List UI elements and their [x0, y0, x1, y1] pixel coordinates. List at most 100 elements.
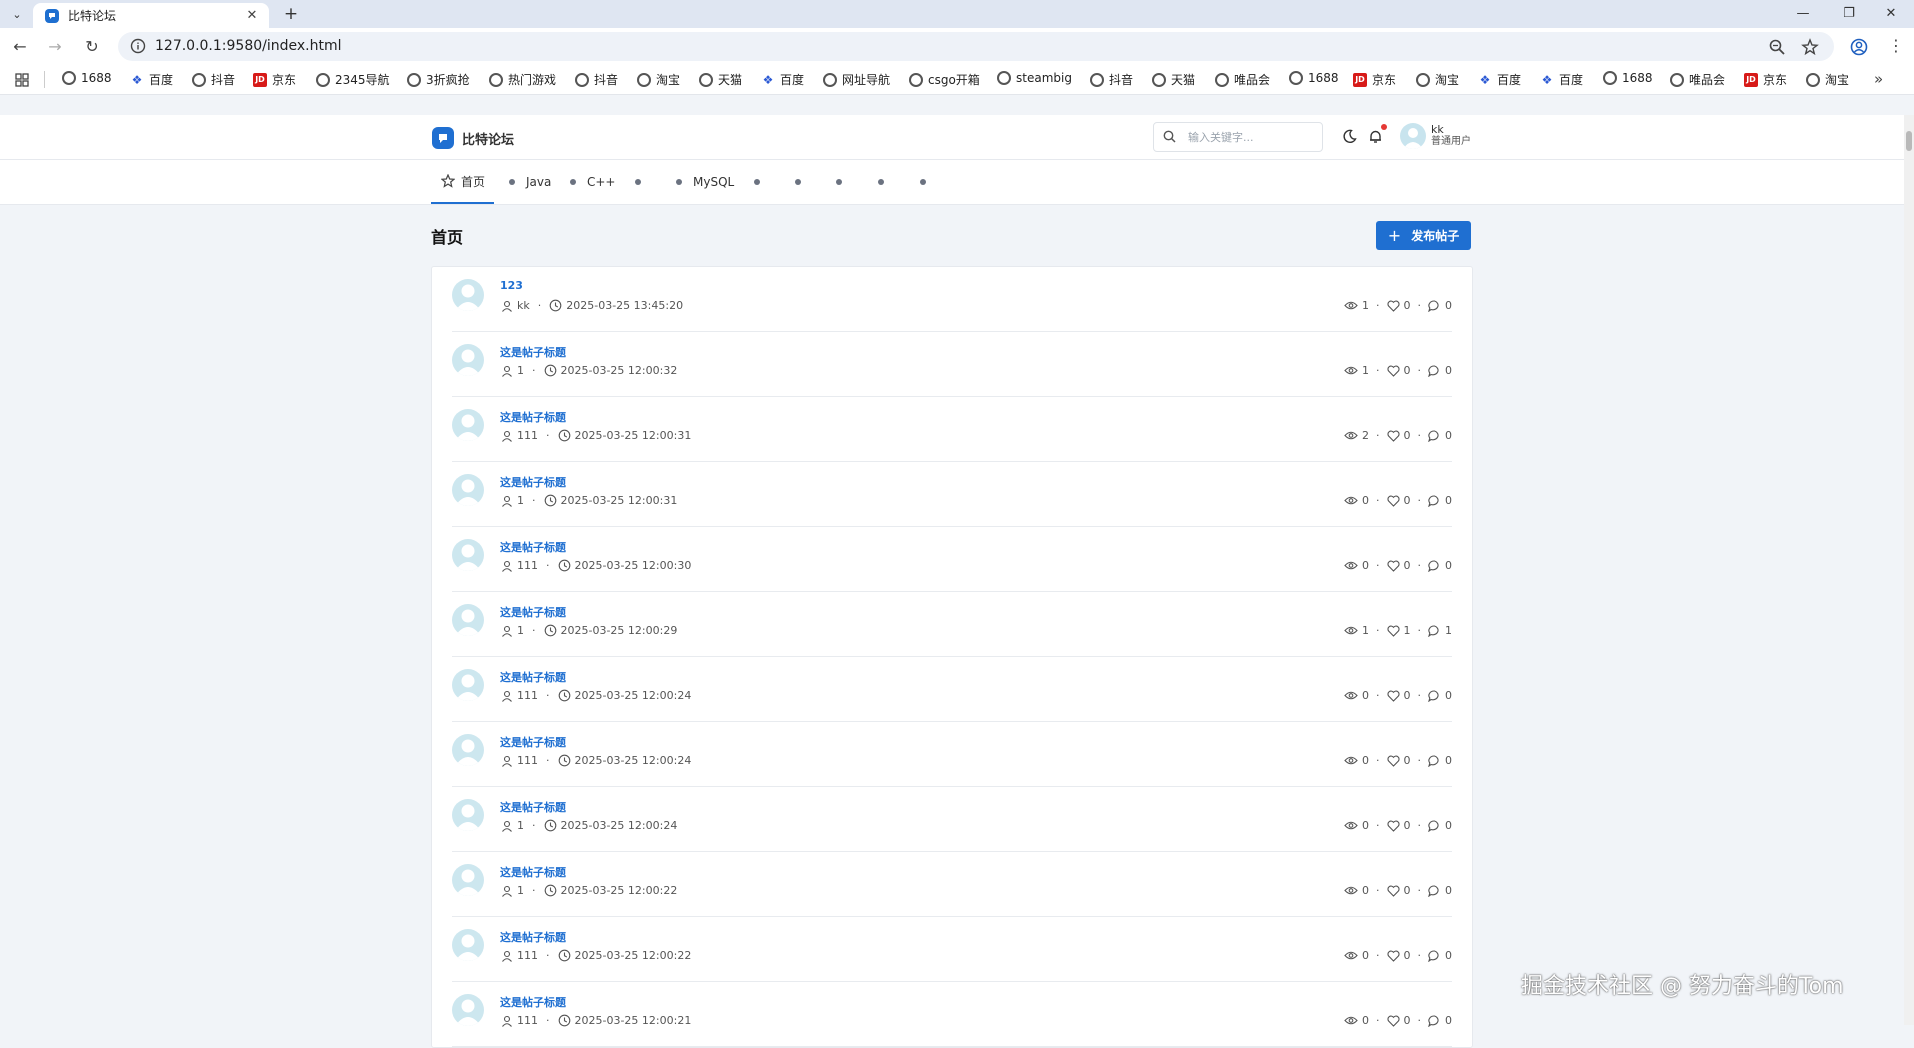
minimize-window-button[interactable]: —	[1780, 2, 1826, 26]
bookmark-item[interactable]: ❖ 百度	[130, 71, 173, 88]
bookmark-item[interactable]: 抖音	[192, 71, 235, 88]
author-avatar[interactable]	[452, 929, 484, 961]
post-row[interactable]: 这是帖子标题 1 · 2025-03-25 12:00:29 1 · 1 · 1	[452, 592, 1452, 657]
post-title-link[interactable]: 这是帖子标题	[500, 409, 566, 425]
author-avatar[interactable]	[452, 409, 484, 441]
post-row[interactable]: 这是帖子标题 111 · 2025-03-25 12:00:24 0 · 0 · 0	[452, 657, 1452, 722]
restore-window-button[interactable]: ❐	[1826, 2, 1872, 26]
post-row[interactable]: 这是帖子标题 111 · 2025-03-25 12:00:22 0 · 0 · 0	[452, 917, 1452, 982]
author-avatar[interactable]	[452, 734, 484, 766]
bookmark-item[interactable]: 1688	[1603, 71, 1653, 85]
bookmark-item[interactable]: 天猫	[1152, 71, 1195, 88]
post-author[interactable]: 111	[517, 949, 538, 962]
bookmark-item[interactable]: 抖音	[1090, 71, 1133, 88]
post-title-link[interactable]: 这是帖子标题	[500, 539, 566, 555]
bookmark-item[interactable]: 抖音	[575, 71, 618, 88]
bookmark-item[interactable]: JD 京东	[1744, 71, 1787, 88]
author-avatar[interactable]	[452, 344, 484, 376]
post-author[interactable]: 111	[517, 689, 538, 702]
bookmark-item[interactable]: 1688	[1289, 71, 1339, 85]
nav-item-unlabeled[interactable]	[920, 160, 937, 204]
nav-item-unlabeled[interactable]	[754, 160, 771, 204]
user-menu[interactable]: kk 普通用户	[1400, 123, 1471, 149]
browser-menu-icon[interactable]: ⋮	[1888, 36, 1904, 56]
post-title-link[interactable]: 这是帖子标题	[500, 864, 566, 880]
post-title-link[interactable]: 这是帖子标题	[500, 604, 566, 620]
dark-mode-moon-icon[interactable]	[1342, 129, 1357, 144]
site-info-icon[interactable]	[130, 38, 146, 54]
bookmark-item[interactable]: 热门游戏	[489, 71, 556, 88]
page-scrollbar[interactable]	[1904, 115, 1914, 1025]
nav-item-unlabeled[interactable]	[836, 160, 853, 204]
post-author[interactable]: 1	[517, 364, 524, 377]
bookmark-item[interactable]: 天猫	[699, 71, 742, 88]
post-row[interactable]: 这是帖子标题 111 · 2025-03-25 12:00:30 0 · 0 · 0	[452, 527, 1452, 592]
post-author[interactable]: 111	[517, 754, 538, 767]
post-title-link[interactable]: 这是帖子标题	[500, 474, 566, 490]
post-title-link[interactable]: 这是帖子标题	[500, 799, 566, 815]
post-author[interactable]: 1	[517, 819, 524, 832]
back-button[interactable]: ←	[8, 36, 32, 58]
post-author[interactable]: 111	[517, 559, 538, 572]
post-row[interactable]: 这是帖子标题 1 · 2025-03-25 12:00:24 0 · 0 · 0	[452, 787, 1452, 852]
post-title-link[interactable]: 这是帖子标题	[500, 994, 566, 1010]
post-title-link[interactable]: 这是帖子标题	[500, 734, 566, 750]
forward-button[interactable]: →	[43, 36, 67, 58]
tab-search-button[interactable]: ⌄	[6, 4, 28, 24]
bookmark-item[interactable]: 淘宝	[1806, 71, 1849, 88]
bookmark-item[interactable]: JD 京东	[1353, 71, 1396, 88]
author-avatar[interactable]	[452, 799, 484, 831]
author-avatar[interactable]	[452, 474, 484, 506]
post-title-link[interactable]: 123	[500, 279, 523, 292]
bookmark-item[interactable]: csgo开箱	[909, 71, 980, 88]
browser-tab[interactable]: 比特论坛 ✕	[33, 3, 269, 28]
nav-item-mysql[interactable]: MySQL	[676, 160, 734, 204]
bookmark-item[interactable]: 淘宝	[637, 71, 680, 88]
zoom-icon[interactable]	[1768, 38, 1786, 56]
post-author[interactable]: 111	[517, 429, 538, 442]
bookmark-item[interactable]: steambig	[997, 71, 1072, 85]
nav-item-unlabeled[interactable]	[795, 160, 812, 204]
author-avatar[interactable]	[452, 539, 484, 571]
reload-button[interactable]: ↻	[80, 36, 104, 58]
nav-item-unlabeled[interactable]	[635, 160, 652, 204]
post-author[interactable]: 1	[517, 624, 524, 637]
post-title-link[interactable]: 这是帖子标题	[500, 344, 566, 360]
author-avatar[interactable]	[452, 279, 484, 311]
bookmark-item[interactable]: 3折疯抢	[407, 71, 470, 88]
site-brand[interactable]: 比特论坛	[432, 127, 514, 149]
apps-grid-icon[interactable]	[15, 73, 29, 87]
post-row[interactable]: 这是帖子标题 111 · 2025-03-25 12:00:21 0 · 0 · 0	[452, 982, 1452, 1047]
nav-item-cpp[interactable]: C++	[570, 160, 616, 204]
post-row[interactable]: 这是帖子标题 1 · 2025-03-25 12:00:31 0 · 0 · 0	[452, 462, 1452, 527]
close-window-button[interactable]: ✕	[1868, 2, 1914, 26]
bookmark-item[interactable]: 淘宝	[1416, 71, 1459, 88]
bookmark-item[interactable]: 网址导航	[823, 71, 890, 88]
more-bookmarks-chevron-icon[interactable]: »	[1874, 70, 1883, 88]
new-tab-button[interactable]: +	[280, 4, 302, 24]
bookmark-item[interactable]: 2345导航	[316, 71, 390, 88]
post-author[interactable]: 111	[517, 1014, 538, 1027]
author-avatar[interactable]	[452, 669, 484, 701]
post-row[interactable]: 这是帖子标题 1 · 2025-03-25 12:00:32 1 · 0 · 0	[452, 332, 1452, 397]
author-avatar[interactable]	[452, 994, 484, 1026]
search-input[interactable]	[1186, 126, 1320, 148]
nav-item-home[interactable]: 首页	[431, 160, 494, 204]
post-row[interactable]: 123 kk · 2025-03-25 13:45:20 1 · 0 · 0	[452, 267, 1452, 332]
post-title-link[interactable]: 这是帖子标题	[500, 929, 566, 945]
post-title-link[interactable]: 这是帖子标题	[500, 669, 566, 685]
post-author[interactable]: 1	[517, 494, 524, 507]
post-row[interactable]: 这是帖子标题 111 · 2025-03-25 12:00:24 0 · 0 · 0	[452, 722, 1452, 787]
bookmark-item[interactable]: 唯品会	[1215, 71, 1270, 88]
bookmark-item[interactable]: ❖ 百度	[1478, 71, 1521, 88]
nav-item-unlabeled[interactable]	[878, 160, 895, 204]
publish-post-button[interactable]: + 发布帖子	[1376, 221, 1471, 250]
bookmark-star-icon[interactable]	[1801, 38, 1819, 56]
post-author[interactable]: kk	[517, 299, 530, 312]
close-tab-icon[interactable]: ✕	[243, 8, 261, 23]
post-author[interactable]: 1	[517, 884, 524, 897]
scrollbar-thumb[interactable]	[1906, 131, 1912, 151]
profile-icon[interactable]	[1850, 38, 1868, 56]
author-avatar[interactable]	[452, 604, 484, 636]
bookmark-item[interactable]: JD 京东	[253, 71, 296, 88]
